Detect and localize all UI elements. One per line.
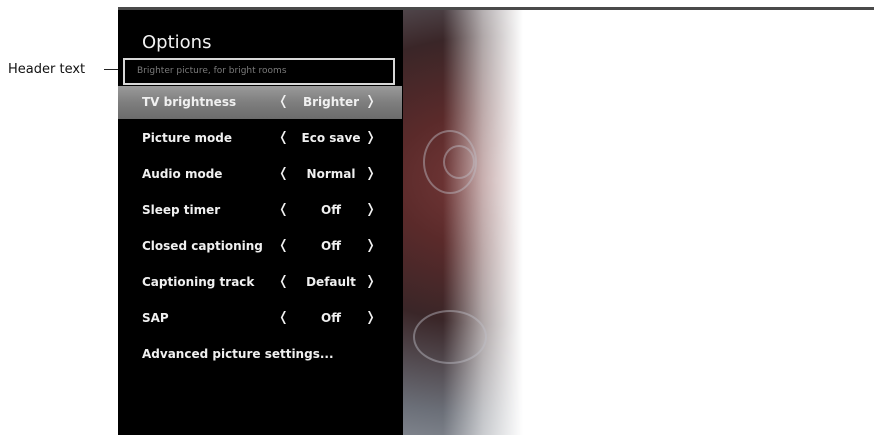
chevron-left-icon[interactable]: ❬ — [278, 166, 289, 181]
menu-item-label: SAP — [142, 311, 169, 325]
chevron-left-icon[interactable]: ❬ — [278, 202, 289, 217]
menu-item-value: Normal — [306, 167, 356, 181]
menu-item-label: Advanced picture settings... — [142, 347, 334, 361]
menu-item-captioning-track[interactable]: Captioning track ❬ Default ❭ — [118, 266, 402, 299]
chevron-right-icon[interactable]: ❭ — [365, 274, 376, 289]
menu-item-value: Default — [306, 275, 356, 289]
tv-screen: Options Brighter picture, for bright roo… — [118, 7, 874, 435]
chevron-right-icon[interactable]: ❭ — [365, 94, 376, 109]
menu-item-picture-mode[interactable]: Picture mode ❬ Eco save ❭ — [118, 122, 402, 155]
menu-item-label: Sleep timer — [142, 203, 221, 217]
chevron-right-icon[interactable]: ❭ — [365, 202, 376, 217]
menu-item-closed-captioning[interactable]: Closed captioning ❬ Off ❭ — [118, 230, 402, 263]
menu-item-sap[interactable]: SAP ❬ Off ❭ — [118, 302, 402, 335]
chevron-right-icon[interactable]: ❭ — [365, 166, 376, 181]
chevron-right-icon[interactable]: ❭ — [365, 130, 376, 145]
menu-item-value: Off — [321, 239, 341, 253]
menu-item-label: Closed captioning — [142, 239, 263, 253]
menu-item-label: Picture mode — [142, 131, 233, 145]
background-artwork — [403, 10, 874, 435]
header-text-box: Brighter picture, for bright rooms — [123, 58, 395, 85]
options-panel: Options Brighter picture, for bright roo… — [118, 10, 403, 435]
menu-item-label: TV brightness — [142, 95, 237, 109]
options-title: Options — [142, 32, 212, 53]
chevron-left-icon[interactable]: ❬ — [278, 238, 289, 253]
chevron-left-icon[interactable]: ❬ — [278, 310, 289, 325]
chevron-left-icon[interactable]: ❬ — [278, 274, 289, 289]
menu-item-label: Audio mode — [142, 167, 223, 181]
header-text: Brighter picture, for bright rooms — [137, 66, 287, 76]
chevron-left-icon[interactable]: ❬ — [278, 130, 289, 145]
menu-item-sleep-timer[interactable]: Sleep timer ❬ Off ❭ — [118, 194, 402, 227]
chevron-left-icon[interactable]: ❬ — [278, 94, 289, 109]
chevron-right-icon[interactable]: ❭ — [365, 238, 376, 253]
header-text-callout-label: Header text — [8, 62, 86, 77]
chevron-right-icon[interactable]: ❭ — [365, 310, 376, 325]
menu-item-tv-brightness[interactable]: TV brightness ❬ Brighter ❭ — [118, 86, 402, 119]
menu-item-audio-mode[interactable]: Audio mode ❬ Normal ❭ — [118, 158, 402, 191]
menu-item-advanced-picture-settings[interactable]: Advanced picture settings... — [118, 338, 402, 371]
menu-item-label: Captioning track — [142, 275, 255, 289]
menu-item-value: Brighter — [302, 95, 360, 109]
menu-item-value: Off — [321, 311, 341, 325]
menu-item-value: Off — [321, 203, 341, 217]
menu-item-value: Eco save — [301, 131, 361, 145]
